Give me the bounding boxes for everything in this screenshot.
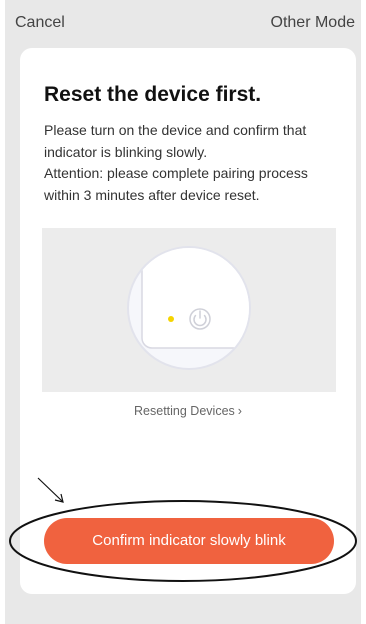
instruction-line: Please turn on the device and confirm th… [44,122,307,160]
resetting-devices-label: Resetting Devices [134,404,235,418]
pairing-screen: Cancel Other Mode Reset the device first… [5,0,361,624]
device-illustration-graphic [127,246,251,370]
resetting-devices-link[interactable]: Resetting Devices › [20,404,356,418]
other-mode-button[interactable]: Other Mode [271,14,355,32]
top-bar: Cancel Other Mode [5,0,361,48]
page-title: Reset the device first. [44,83,262,106]
indicator-light-icon [168,316,174,322]
attention-line: Attention: please complete pairing proce… [44,165,308,203]
instructions-text: Please turn on the device and confirm th… [44,120,344,206]
chevron-right-icon: › [237,404,242,418]
reset-instructions-card: Reset the device first. Please turn on t… [20,48,356,594]
cancel-button[interactable]: Cancel [15,14,65,32]
device-illustration [42,228,336,392]
confirm-blink-button[interactable]: Confirm indicator slowly blink [44,518,334,564]
